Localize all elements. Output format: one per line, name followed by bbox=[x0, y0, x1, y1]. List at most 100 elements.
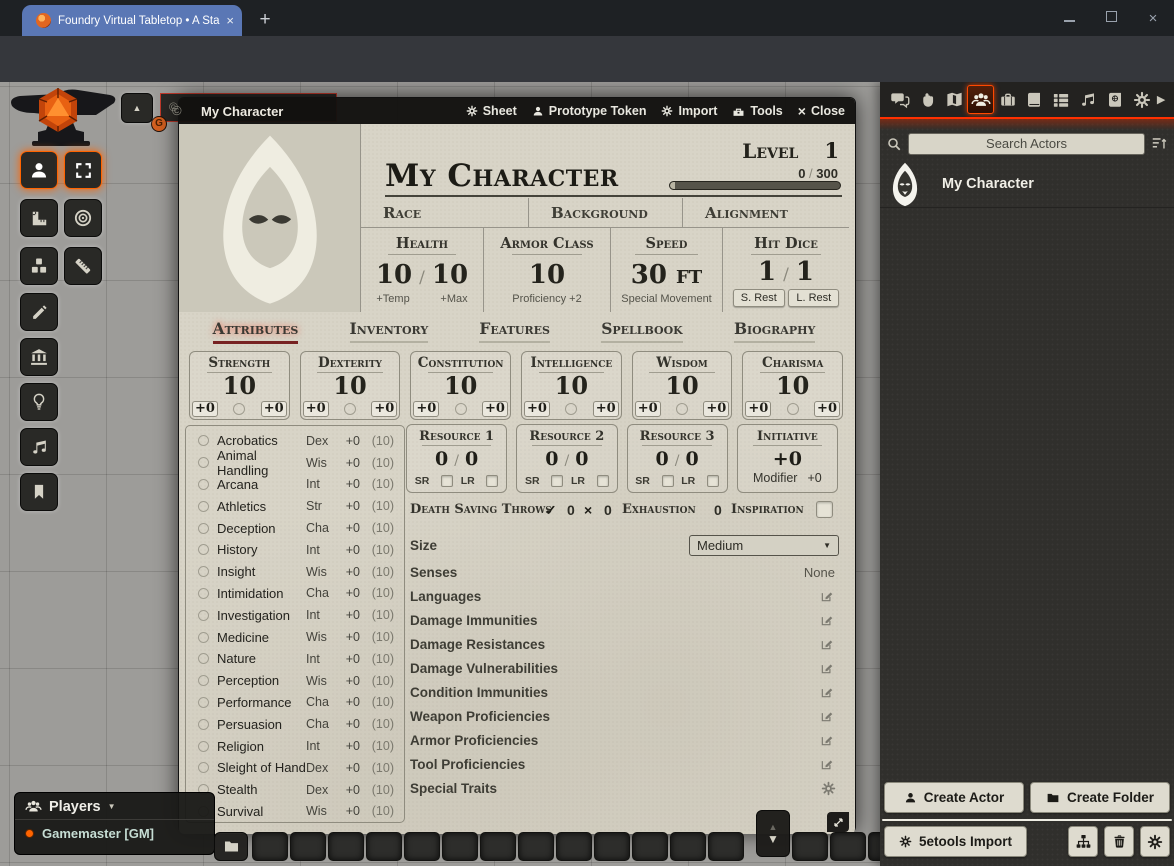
resource-value[interactable]: 0 bbox=[656, 448, 669, 470]
skill-name[interactable]: Deception bbox=[217, 521, 306, 536]
initiative-value[interactable]: +0 bbox=[773, 448, 802, 470]
sr-checkbox[interactable] bbox=[441, 475, 453, 487]
macro-slot[interactable] bbox=[442, 832, 478, 861]
race-field[interactable]: Race bbox=[361, 198, 529, 227]
select-tool-button[interactable] bbox=[64, 151, 102, 189]
resource-label[interactable]: Resource 3 bbox=[628, 429, 727, 444]
tab-combat[interactable] bbox=[914, 85, 941, 114]
sr-checkbox[interactable] bbox=[662, 475, 674, 487]
new-tab-button[interactable]: + bbox=[254, 10, 276, 32]
skill-proficiency-radio[interactable] bbox=[198, 566, 209, 577]
skill-name[interactable]: Investigation bbox=[217, 608, 306, 623]
hit-dice-value[interactable]: 1 bbox=[758, 257, 776, 287]
skill-name[interactable]: Animal Handling bbox=[217, 448, 306, 478]
sheet-tab[interactable]: Biography bbox=[734, 319, 815, 343]
skill-name[interactable]: Stealth bbox=[217, 782, 306, 797]
ability-score[interactable]: 10 bbox=[411, 373, 510, 399]
sitemap-button[interactable] bbox=[1068, 826, 1098, 857]
actor-list-item[interactable]: My Character bbox=[880, 160, 1174, 208]
macro-slot[interactable] bbox=[480, 832, 516, 861]
edit-icon[interactable] bbox=[820, 637, 834, 651]
skill-proficiency-radio[interactable] bbox=[198, 588, 209, 599]
create-actor-button[interactable]: Create Actor bbox=[884, 782, 1024, 813]
page-up-icon[interactable]: ▲ bbox=[769, 822, 778, 832]
macro-slot[interactable] bbox=[328, 832, 364, 861]
measure-controls-button[interactable] bbox=[20, 199, 58, 237]
edit-icon[interactable] bbox=[820, 589, 834, 603]
background-field[interactable]: Background bbox=[529, 198, 683, 227]
sheet-config-button[interactable]: Sheet bbox=[466, 104, 517, 118]
skill-proficiency-radio[interactable] bbox=[198, 610, 209, 621]
edit-icon[interactable] bbox=[820, 733, 834, 747]
ability-score[interactable]: 10 bbox=[522, 373, 621, 399]
create-folder-button[interactable]: Create Folder bbox=[1030, 782, 1170, 813]
skill-name[interactable]: History bbox=[217, 542, 306, 557]
macro-slot[interactable] bbox=[830, 832, 866, 861]
controls-collapse-button[interactable]: ▲ bbox=[121, 93, 153, 123]
settings-button[interactable] bbox=[1140, 826, 1170, 857]
ability-label[interactable]: Strength bbox=[190, 355, 289, 371]
skill-proficiency-radio[interactable] bbox=[198, 741, 209, 752]
notes-controls-button[interactable] bbox=[20, 473, 58, 511]
window-titlebar[interactable]: © My Character Sheet Prototype Token Imp… bbox=[179, 98, 855, 124]
skill-proficiency-radio[interactable] bbox=[198, 653, 209, 664]
delete-button[interactable] bbox=[1104, 826, 1134, 857]
skill-name[interactable]: Acrobatics bbox=[217, 433, 306, 448]
resource-max[interactable]: 0 bbox=[465, 448, 478, 470]
tab-items[interactable] bbox=[994, 85, 1021, 114]
ability-save-bonus[interactable]: +0 bbox=[814, 401, 840, 417]
macro-slot[interactable] bbox=[366, 832, 402, 861]
save-proficiency-radio[interactable] bbox=[787, 403, 799, 415]
skill-name[interactable]: Arcana bbox=[217, 477, 306, 492]
death-success-value[interactable]: 0 bbox=[567, 502, 575, 518]
tab-playlists[interactable] bbox=[1075, 85, 1102, 114]
lr-checkbox[interactable] bbox=[486, 475, 498, 487]
player-entry[interactable]: Gamemaster [GM] bbox=[15, 820, 214, 847]
resource-max[interactable]: 0 bbox=[685, 448, 698, 470]
skill-proficiency-radio[interactable] bbox=[198, 479, 209, 490]
skill-proficiency-radio[interactable] bbox=[198, 697, 209, 708]
import-button[interactable]: Import bbox=[661, 104, 717, 118]
skill-name[interactable]: Insight bbox=[217, 564, 306, 579]
macro-folder-button[interactable] bbox=[214, 832, 248, 861]
edit-icon[interactable] bbox=[820, 613, 834, 627]
tab-close-icon[interactable]: × bbox=[226, 13, 234, 28]
sr-checkbox[interactable] bbox=[551, 475, 563, 487]
save-proficiency-radio[interactable] bbox=[344, 403, 356, 415]
edit-icon[interactable] bbox=[820, 685, 834, 699]
skill-name[interactable]: Sleight of Hand bbox=[217, 760, 306, 775]
trait-select[interactable]: Medium ▼ bbox=[689, 535, 839, 556]
page-down-icon[interactable]: ▼ bbox=[767, 832, 779, 846]
ability-label[interactable]: Dexterity bbox=[301, 355, 400, 371]
ability-save-bonus[interactable]: +0 bbox=[261, 401, 287, 417]
ability-save-bonus[interactable]: +0 bbox=[703, 401, 729, 417]
skill-proficiency-radio[interactable] bbox=[198, 632, 209, 643]
save-proficiency-radio[interactable] bbox=[676, 403, 688, 415]
hp-max[interactable]: 10 bbox=[432, 260, 468, 290]
close-window-button[interactable]: ×Close bbox=[798, 103, 845, 119]
skill-name[interactable]: Intimidation bbox=[217, 586, 306, 601]
edit-icon[interactable] bbox=[820, 757, 834, 771]
skill-proficiency-radio[interactable] bbox=[198, 523, 209, 534]
ruler-tool-button[interactable] bbox=[64, 247, 102, 285]
ability-score[interactable]: 10 bbox=[743, 373, 842, 399]
hotbar-page-button[interactable]: ▲ ▼ bbox=[756, 810, 790, 857]
skill-proficiency-radio[interactable] bbox=[198, 435, 209, 446]
5etools-import-button[interactable]: 5etools Import bbox=[884, 826, 1027, 857]
ability-label[interactable]: Charisma bbox=[743, 355, 842, 371]
ac-value[interactable]: 10 bbox=[529, 260, 565, 290]
lighting-controls-button[interactable] bbox=[20, 383, 58, 421]
sort-folders-icon[interactable] bbox=[1151, 135, 1168, 152]
hp-temp-field[interactable]: +Temp bbox=[376, 293, 409, 305]
window-resize-handle[interactable] bbox=[827, 812, 849, 832]
edit-icon[interactable] bbox=[820, 661, 834, 675]
initiative-modifier-value[interactable]: +0 bbox=[807, 471, 821, 485]
ability-save-bonus[interactable]: +0 bbox=[371, 401, 397, 417]
actor-avatar[interactable] bbox=[882, 161, 928, 207]
ability-label[interactable]: Wisdom bbox=[633, 355, 732, 371]
tools-button[interactable]: Tools bbox=[732, 104, 782, 118]
character-portrait[interactable]: .hoodbody{fill:#efede1}.hoodface{fill:#c… bbox=[179, 124, 361, 312]
tab-actors[interactable] bbox=[967, 85, 994, 114]
sheet-tab[interactable]: Spellbook bbox=[601, 319, 683, 343]
save-proficiency-radio[interactable] bbox=[233, 403, 245, 415]
